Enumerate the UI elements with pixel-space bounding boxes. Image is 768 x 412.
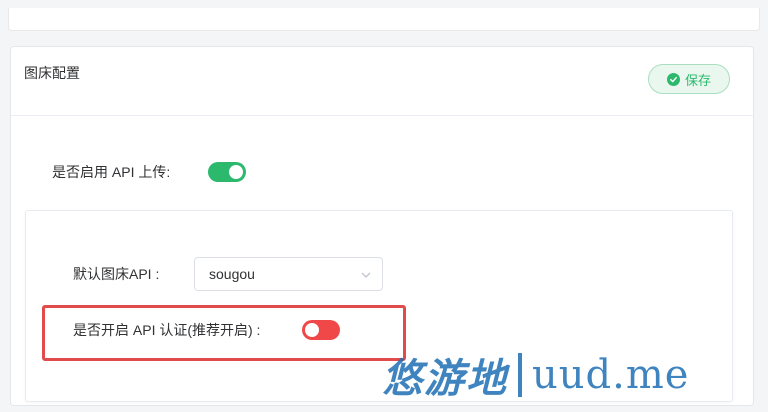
card-header: 图床配置 保存 xyxy=(11,47,753,116)
enable-api-upload-label: 是否启用 API 上传: xyxy=(52,164,171,180)
check-circle-icon xyxy=(666,72,680,86)
watermark-divider xyxy=(518,353,522,397)
save-button-label: 保存 xyxy=(684,72,711,88)
save-button[interactable]: 保存 xyxy=(648,64,730,94)
watermark: 悠游地 uud.me xyxy=(382,347,689,403)
chevron-down-icon xyxy=(360,268,372,286)
switch-knob xyxy=(229,165,243,179)
watermark-cn-text: 悠游地 xyxy=(382,355,508,402)
watermark-en-text: uud.me xyxy=(532,352,690,398)
enable-api-upload-switch[interactable] xyxy=(208,162,246,182)
page: 图床配置 保存 是否启用 API 上传: 默认图床API : sougou 是否… xyxy=(0,0,768,412)
default-api-label: 默认图床API : xyxy=(73,266,160,282)
default-api-select-value: sougou xyxy=(209,266,255,282)
default-api-select[interactable]: sougou xyxy=(194,257,383,291)
previous-card-bottom xyxy=(8,8,760,31)
card-title: 图床配置 xyxy=(24,65,80,81)
highlight-annotation-box xyxy=(42,305,406,361)
